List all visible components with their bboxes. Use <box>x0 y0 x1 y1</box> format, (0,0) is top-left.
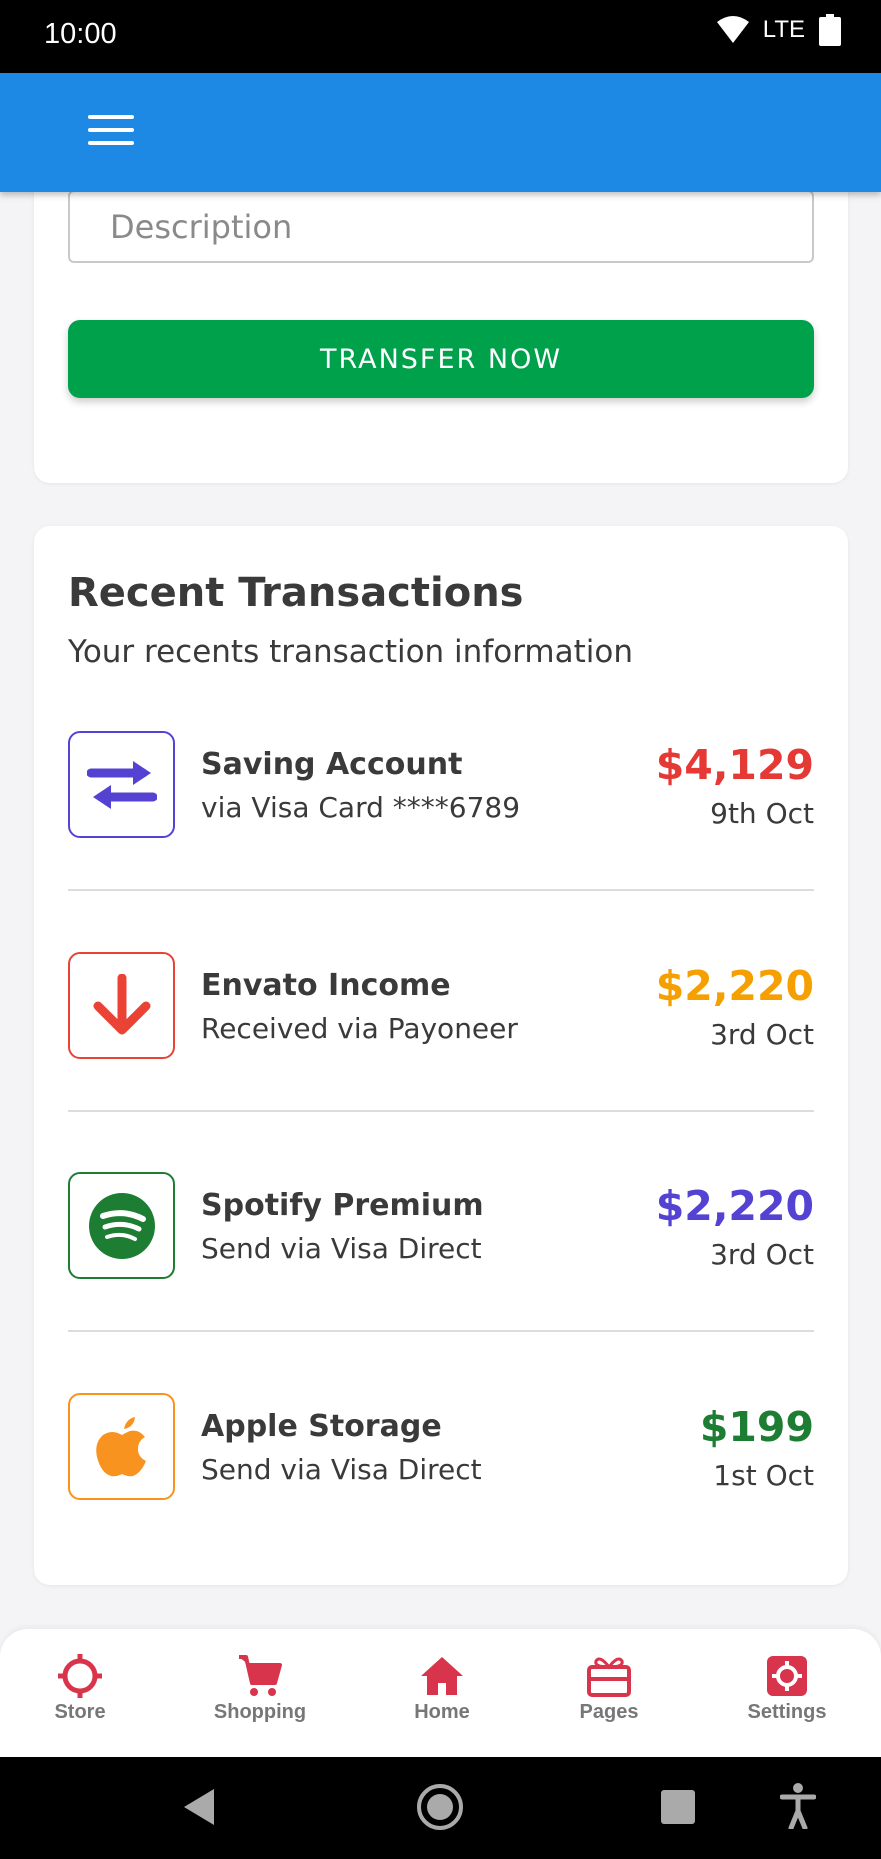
arrow-down-icon <box>68 952 175 1059</box>
transaction-amount: $199 <box>699 1403 814 1451</box>
transaction-name: Spotify Premium <box>201 1188 484 1223</box>
transaction-item[interactable]: Apple Storage Send via Visa Direct $199 … <box>68 1393 814 1501</box>
recent-transactions-title: Recent Transactions <box>68 570 524 616</box>
nav-label: Home <box>414 1701 470 1723</box>
transaction-date: 9th Oct <box>710 797 814 830</box>
cart-icon <box>239 1655 282 1696</box>
nav-item-settings[interactable]: Settings <box>717 1653 857 1724</box>
transaction-amount: $2,220 <box>655 962 814 1010</box>
home-circle-icon[interactable] <box>416 1783 464 1831</box>
divider <box>68 1330 814 1332</box>
transaction-item[interactable]: Envato Income Received via Payoneer $2,2… <box>68 952 814 1060</box>
transaction-method: Received via Payoneer <box>201 1012 518 1045</box>
apple-icon <box>68 1393 175 1500</box>
transaction-method: Send via Visa Direct <box>201 1232 482 1265</box>
nav-item-shopping[interactable]: Shopping <box>190 1653 330 1724</box>
transaction-name: Envato Income <box>201 968 451 1003</box>
transaction-method: via Visa Card ****6789 <box>201 791 521 824</box>
transaction-date: 3rd Oct <box>710 1238 814 1271</box>
transaction-amount: $2,220 <box>655 1182 814 1230</box>
nav-label: Store <box>54 1701 106 1723</box>
network-label: LTE <box>762 16 805 43</box>
accessibility-icon[interactable] <box>780 1783 816 1829</box>
transaction-item[interactable]: Saving Account via Visa Card ****6789 $4… <box>68 731 814 839</box>
transfer-now-button[interactable]: TRANSFER NOW <box>68 320 814 398</box>
gear-icon <box>767 1656 807 1696</box>
recents-icon[interactable] <box>661 1790 695 1824</box>
wifi-icon <box>716 16 749 43</box>
divider <box>68 1110 814 1112</box>
nav-item-store[interactable]: Store <box>10 1653 150 1724</box>
system-nav-bar <box>0 1757 881 1859</box>
description-input[interactable] <box>68 190 814 263</box>
divider <box>68 889 814 891</box>
transaction-method: Send via Visa Direct <box>201 1453 482 1486</box>
transaction-name: Saving Account <box>201 747 463 782</box>
transaction-date: 1st Oct <box>713 1459 814 1492</box>
nav-item-home[interactable]: Home <box>372 1653 512 1724</box>
transaction-date: 3rd Oct <box>710 1018 814 1051</box>
app-bar <box>0 73 881 192</box>
nav-item-pages[interactable]: Pages <box>539 1653 679 1724</box>
nav-label: Pages <box>579 1701 639 1723</box>
nav-label: Settings <box>747 1701 827 1723</box>
back-icon[interactable] <box>182 1787 216 1827</box>
transfer-card: TRANSFER NOW <box>34 150 848 483</box>
recent-transactions-subtitle: Your recents transaction information <box>68 634 633 670</box>
status-time: 10:00 <box>44 18 117 50</box>
home-icon <box>421 1657 463 1695</box>
transaction-amount: $4,129 <box>655 741 814 789</box>
crosshair-icon <box>58 1654 102 1698</box>
transfer-arrows-icon <box>68 731 175 838</box>
transaction-name: Apple Storage <box>201 1409 442 1444</box>
nav-label: Shopping <box>213 1701 307 1723</box>
status-bar: 10:00 LTE <box>0 0 881 73</box>
menu-icon[interactable] <box>88 115 134 151</box>
bottom-nav: Store Shopping Home Pages Settings <box>0 1629 881 1757</box>
recent-transactions-card: Recent Transactions Your recents transac… <box>34 526 848 1585</box>
battery-icon <box>819 14 841 46</box>
gift-icon <box>587 1657 631 1697</box>
transaction-item[interactable]: Spotify Premium Send via Visa Direct $2,… <box>68 1172 814 1280</box>
status-icons: LTE <box>716 14 841 46</box>
spotify-icon <box>68 1172 175 1279</box>
